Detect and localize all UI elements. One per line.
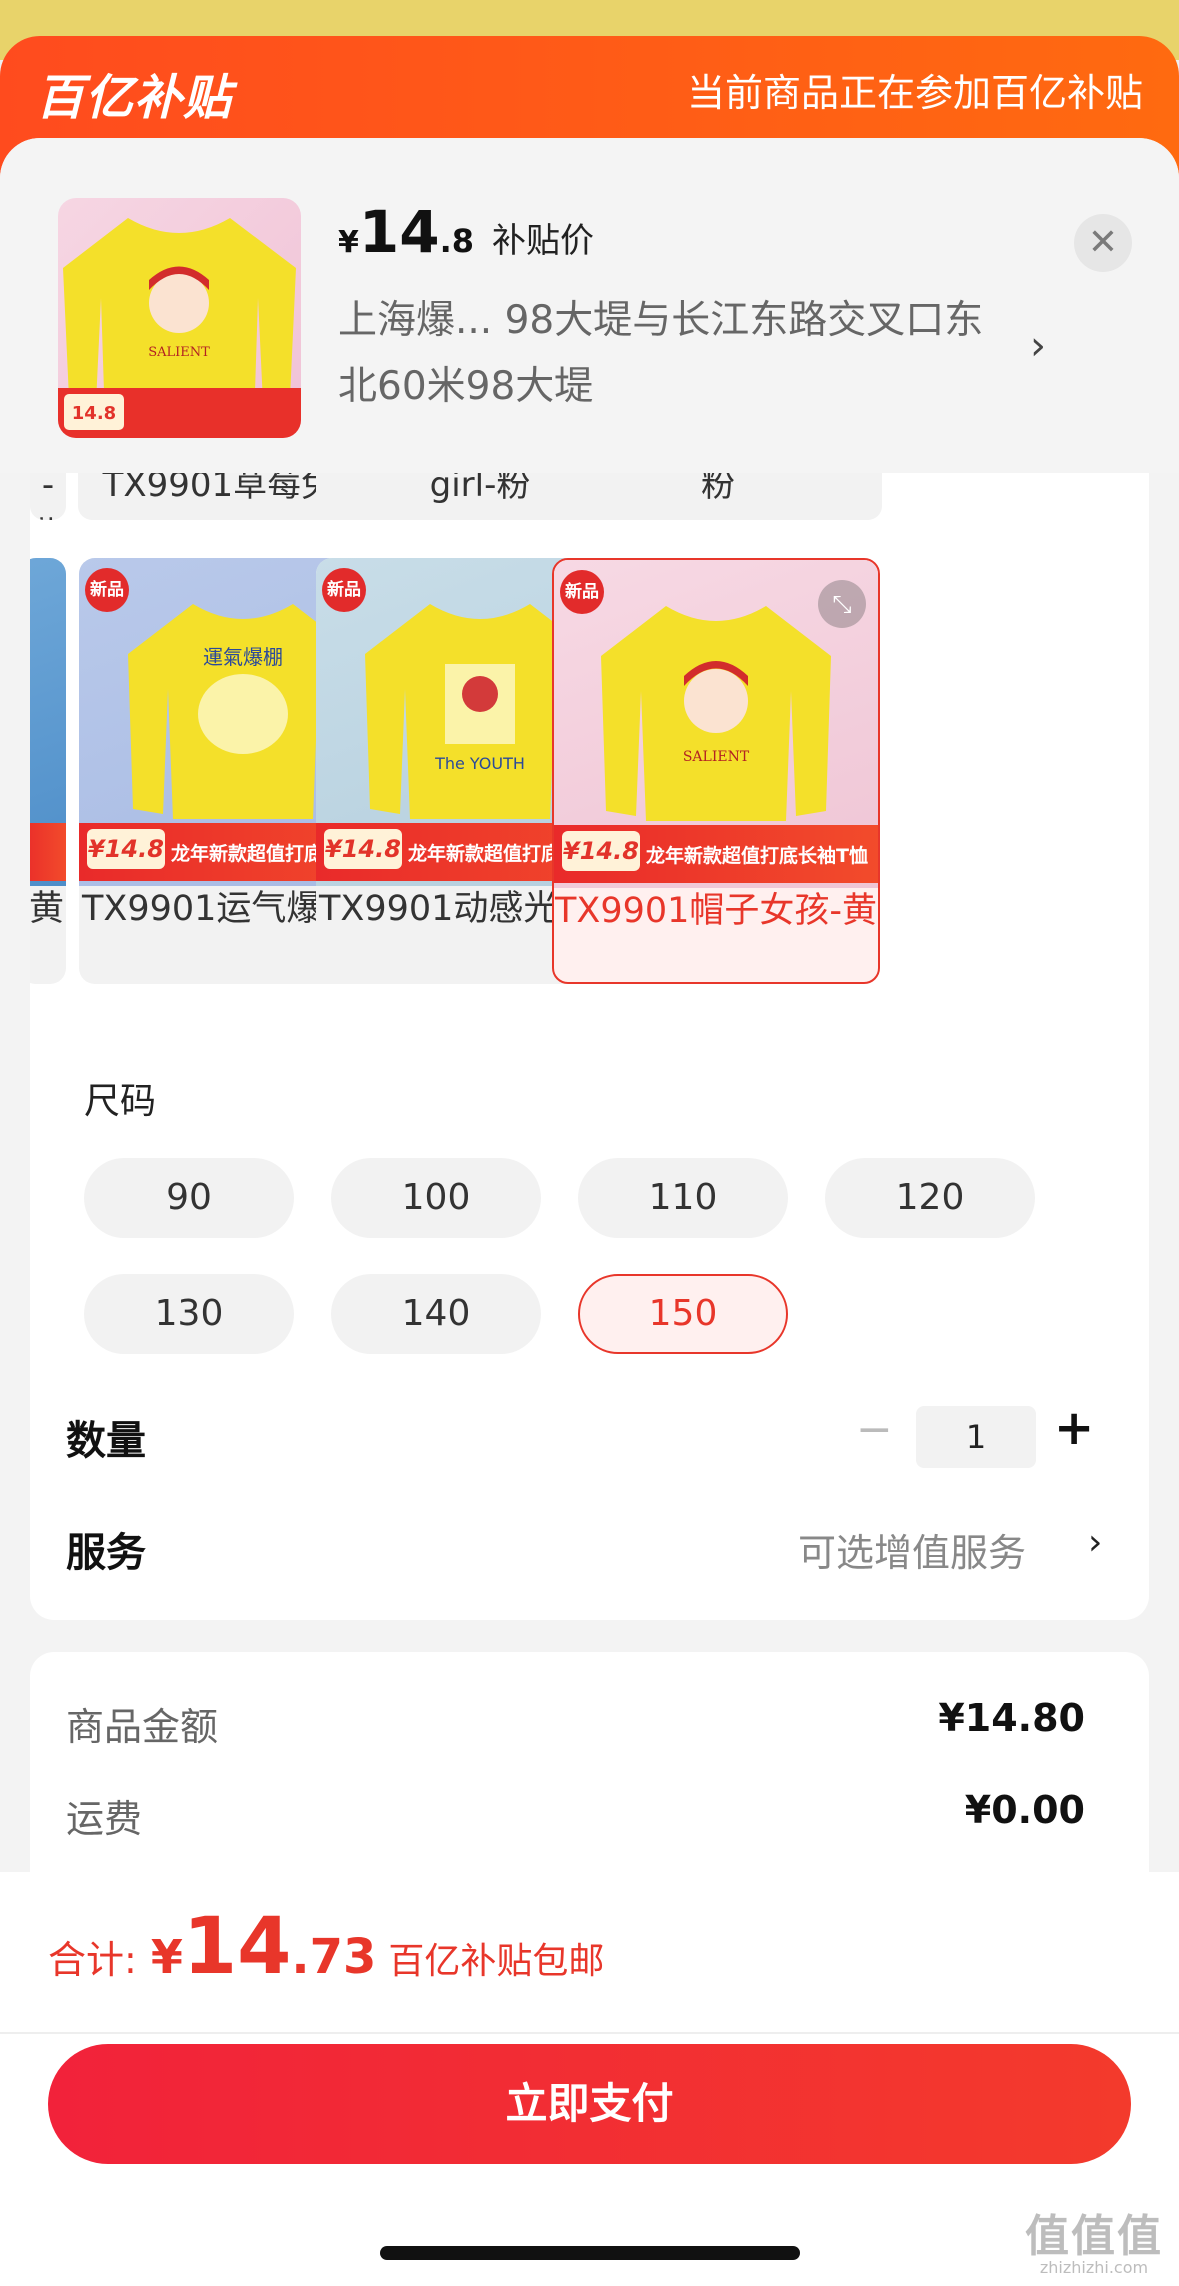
home-indicator[interactable]	[380, 2246, 800, 2260]
size-option-110[interactable]: 110	[578, 1158, 788, 1238]
price-summary: 商品金额 ¥14.80 运费 ¥0.00	[30, 1652, 1149, 1882]
variant-card[interactable]: 黄	[30, 558, 66, 984]
total-amount: 合计: ¥ 14 .73 百亿补贴包邮	[48, 1902, 604, 1992]
goods-amount-value: ¥14.80	[938, 1696, 1085, 1740]
goods-amount-label: 商品金额	[66, 1705, 219, 1749]
pay-now-button[interactable]: 立即支付	[48, 2044, 1131, 2164]
size-option-100[interactable]: 100	[331, 1158, 541, 1238]
product-price: ¥ 14 .8 补贴价	[338, 198, 594, 266]
tshirt-illustration: SALIENT	[601, 606, 831, 821]
new-badge: 新品	[560, 570, 604, 614]
promo-strip: ¥14.8 龙年新款超值打底长袖T恤	[554, 825, 878, 883]
chevron-right-icon[interactable]: ›	[1088, 1522, 1102, 1563]
size-option-120[interactable]: 120	[825, 1158, 1035, 1238]
size-label: 尺码	[84, 1081, 157, 1122]
quantity-minus-button[interactable]: −	[856, 1404, 893, 1455]
price-integer: 14	[358, 198, 440, 266]
delivery-address[interactable]: 上海爆... 98大堤与长江东路交叉口东北60米98大堤	[338, 288, 1018, 420]
watermark: 值值值 zhizhizhi.com	[1019, 2200, 1169, 2277]
svg-text:14.8: 14.8	[72, 403, 116, 424]
variant-name: TX9901帽子女孩-黄	[554, 891, 878, 931]
quantity-input[interactable]: 1	[916, 1406, 1036, 1468]
svg-text:SALIENT: SALIENT	[683, 749, 750, 765]
service-label: 服务	[66, 1530, 146, 1576]
svg-text:運氣爆棚: 運氣爆棚	[203, 645, 283, 669]
chevron-right-icon[interactable]: ›	[1030, 323, 1046, 369]
product-header: SALIENT 14.8 ¥ 14 .8 补贴价 上海爆... 98大堤与长江东…	[0, 138, 1179, 473]
variant-name: 黄	[30, 889, 64, 929]
promo-text: 龙年新款超值打底长袖T恤	[646, 845, 868, 867]
price-tag: 补贴价	[492, 221, 595, 261]
currency-symbol: ¥	[338, 225, 359, 260]
promo-strip	[30, 823, 66, 881]
size-option-140[interactable]: 140	[331, 1274, 541, 1354]
sku-panel: -紫 TX9901草莓兔-粉 girl-粉 粉 黄 運氣爆棚 新品 ⤡ ¥14.…	[30, 420, 1149, 1620]
banner-subtitle: 当前商品正在参加百亿补贴	[686, 71, 1143, 115]
tshirt-thumbnail-illustration: SALIENT 14.8	[58, 218, 301, 438]
shipping-label: 运费	[66, 1797, 143, 1841]
quantity-plus-button[interactable]: +	[1054, 1400, 1094, 1456]
promo-price: ¥14.8	[324, 829, 402, 869]
new-badge: 新品	[322, 568, 366, 612]
checkout-footer: 合计: ¥ 14 .73 百亿补贴包邮 立即支付	[0, 1872, 1179, 2286]
size-option-130[interactable]: 130	[84, 1274, 294, 1354]
size-option-90[interactable]: 90	[84, 1158, 294, 1238]
total-decimal: .73	[291, 1929, 377, 1985]
brand-logo: 百亿补贴	[36, 70, 233, 126]
total-integer: 14	[182, 1902, 292, 1992]
service-value[interactable]: 可选增值服务	[798, 1522, 1026, 1577]
close-button[interactable]: ✕	[1074, 214, 1132, 272]
watermark-logo: 值值值	[1025, 2211, 1163, 2262]
total-currency: ¥	[150, 1930, 183, 1984]
product-thumbnail: SALIENT 14.8	[58, 198, 301, 438]
promo-price: ¥14.8	[562, 831, 640, 871]
svg-text:The YOUTH: The YOUTH	[434, 754, 525, 773]
size-option-150-selected[interactable]: 150	[578, 1274, 788, 1354]
svg-text:SALIENT: SALIENT	[148, 345, 210, 360]
shipping-value: ¥0.00	[964, 1788, 1085, 1832]
watermark-url: zhizhizhi.com	[1039, 2258, 1149, 2277]
price-decimal: .8	[439, 222, 475, 260]
new-badge: 新品	[85, 568, 129, 612]
quantity-label: 数量	[66, 1418, 146, 1464]
free-shipping-note: 百亿补贴包邮	[388, 1941, 605, 1982]
total-label: 合计:	[48, 1938, 137, 1982]
zoom-icon[interactable]: ⤡	[818, 580, 866, 628]
variant-card-selected[interactable]: SALIENT 新品 ⤡ ¥14.8 龙年新款超值打底长袖T恤 TX9901帽子…	[552, 558, 880, 984]
promo-price: ¥14.8	[87, 829, 165, 869]
divider	[0, 2032, 1179, 2034]
